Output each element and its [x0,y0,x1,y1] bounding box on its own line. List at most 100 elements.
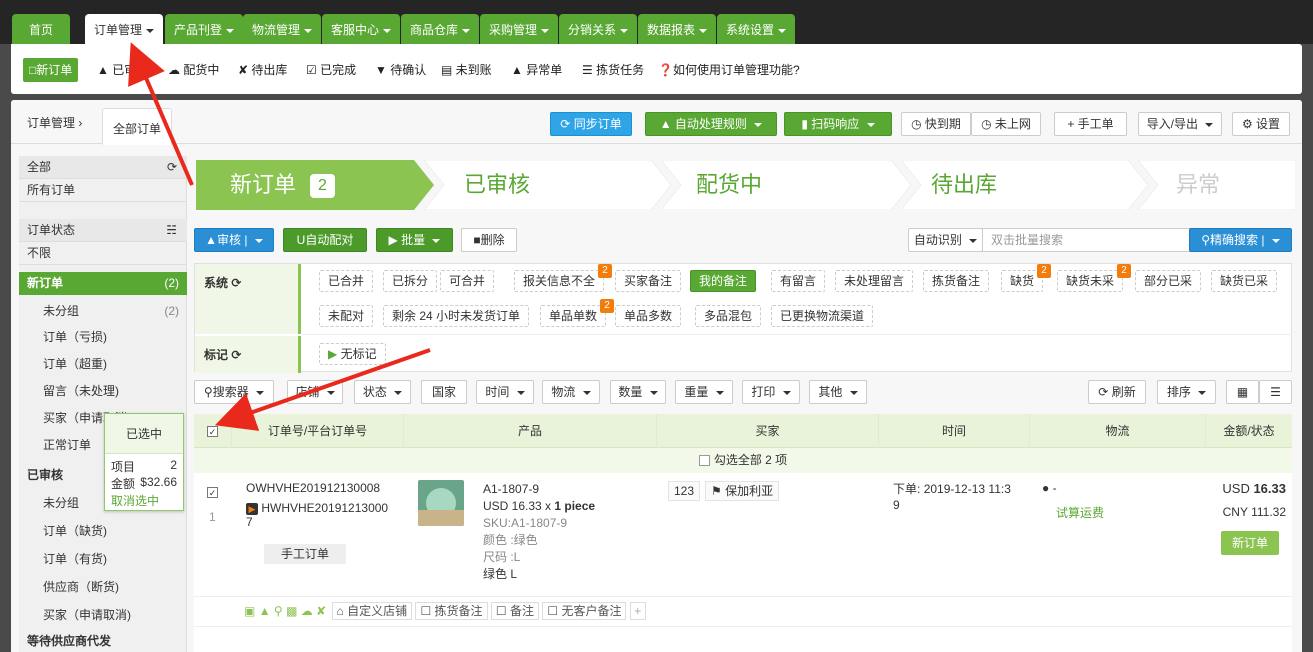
sidebar-item-unlimited[interactable]: 不限 [19,242,187,265]
refresh-icon[interactable]: ⟳ [231,276,241,290]
shop-dropdown[interactable]: 店铺 [287,380,343,404]
filter-picking-note[interactable]: 拣货备注 [923,270,990,292]
breadcrumb-root[interactable]: 订单管理 › [27,114,82,131]
filter-partly-purchased[interactable]: 部分已采 [1135,270,1202,292]
tab-order-management[interactable]: 订单管理 [85,14,164,44]
tab-logistics[interactable]: 物流管理 [243,14,322,44]
subnav-new-order[interactable]: □新订单 [23,58,79,82]
help-link[interactable]: ❓如何使用订单管理功能? [658,58,800,82]
settings-button[interactable]: ⚙ 设置 [1232,112,1290,136]
filter-oos-purchased[interactable]: 缺货已采 [1211,270,1278,292]
cloud-icon[interactable]: ☁ [301,604,313,618]
batch-search-input[interactable]: 双击批量搜索 [982,228,1190,252]
tab-all-orders[interactable]: 全部订单 [102,108,172,145]
auto-process-rules-button[interactable]: ▲ 自动处理规则 [645,112,777,136]
tab-distribution[interactable]: 分销关系 [559,14,638,44]
subnav-allocating[interactable]: ☁ 配货中 [168,58,219,82]
precise-search-button[interactable]: ⚲精确搜索 | [1189,228,1292,252]
trial-shipping-link[interactable]: 试算运费 [1056,504,1104,521]
tag-no-customer-note[interactable]: ☐ 无客户备注 [542,602,627,620]
filter-oos-not-purchased[interactable]: 缺货未采 2 [1057,264,1132,292]
tab-system-settings[interactable]: 系统设置 [717,14,796,44]
filter-single-multi[interactable]: 单品多数 [615,305,682,327]
refresh-button[interactable]: ⟳ 刷新 [1088,380,1146,404]
add-tag-button[interactable]: + [629,602,646,620]
expiring-soon-button[interactable]: ◷ 快到期 [901,112,971,136]
buyer-id[interactable]: 123 [668,481,701,501]
quantity-dropdown[interactable]: 数量 [610,380,666,404]
status-badge[interactable]: 新订单 [1221,531,1279,555]
filter-buyer-note[interactable]: 买家备注 [615,270,682,292]
delete-button[interactable]: ■删除 [461,228,517,252]
approve-button[interactable]: ▲审核 | [194,228,274,252]
logistics-dropdown[interactable]: 物流 [542,380,600,404]
pin-icon[interactable]: ⚲ [274,604,283,618]
cancel-selection-link[interactable]: 取消选中 [111,492,159,509]
row-checkbox[interactable]: ✓ [207,487,218,498]
sidebar-item-overweight[interactable]: 订单（超重) [19,353,187,376]
subnav-picking-task[interactable]: ☰ 拣货任务 [582,58,644,82]
auto-detect-select[interactable]: 自动识别 [908,228,983,252]
filter-changed-channel[interactable]: 已更换物流渠道 [771,305,874,327]
manual-order-button[interactable]: + 手工单 [1054,112,1127,136]
tab-purchasing[interactable]: 采购管理 [480,14,559,44]
scan-response-button[interactable]: ▮ 扫码响应 [784,112,892,136]
print-icon[interactable]: ▩ [286,604,297,618]
select-all-checkbox[interactable]: ✓ [194,414,232,448]
subnav-unpaid[interactable]: ▤ 未到账 [441,58,492,82]
tag-note[interactable]: ☐ 备注 [490,602,540,620]
tab-customer-service[interactable]: 客服中心 [322,14,401,44]
grid-view-button[interactable]: ▦ [1226,380,1259,404]
country-button[interactable]: 国家 [421,380,467,404]
search-builder-dropdown[interactable]: ⚲搜索器 [194,380,274,404]
step-abnormal[interactable]: 异常 [1176,160,1220,210]
print-dropdown[interactable]: 打印 [742,380,800,404]
status-dropdown[interactable]: 状态 [354,380,411,404]
step-pending-out[interactable]: 待出库 [931,160,997,210]
step-allocating[interactable]: 配货中 [696,160,762,210]
filter-unhandled-message[interactable]: 未处理留言 [835,270,914,292]
filter-merged[interactable]: 已合并 [319,270,374,292]
auto-match-button[interactable]: U自动配对 [283,228,367,252]
filter-single-single[interactable]: 单品单数 2 [540,299,615,327]
product-thumbnail[interactable] [418,480,464,526]
order-number[interactable]: OWHVHE201912130008 [246,481,380,495]
step-new-order[interactable]: 新订单 2 [230,160,335,210]
plane-icon[interactable]: ✘ [316,604,326,618]
step-approved[interactable]: 已审核 [464,160,530,210]
filter-my-note[interactable]: 我的备注 [690,270,757,292]
sidebar-item-message[interactable]: 留言（未处理) [19,380,187,403]
tab-home[interactable]: 首页 [12,14,70,44]
other-dropdown[interactable]: 其他 [809,380,867,404]
sidebar-item-out-of-stock[interactable]: 订单（缺货) [19,520,187,543]
stamp-icon[interactable]: ▲ [259,604,271,618]
sidebar-item-supplier-dropship[interactable]: 等待供应商代发 [19,630,187,652]
sidebar-item-supplier-out[interactable]: 供应商（断货) [19,576,187,599]
filter-mergeable[interactable]: 可合并 [440,270,495,292]
import-export-button[interactable]: 导入/导出 [1138,112,1222,136]
list-view-button[interactable]: ☰ [1259,380,1292,404]
sidebar-item-in-stock[interactable]: 订单（有货) [19,548,187,571]
sync-orders-button[interactable]: ⟳ 同步订单 [550,112,632,136]
subnav-abnormal[interactable]: ▲ 异常单 [511,58,562,82]
sidebar-item-loss[interactable]: 订单（亏损) [19,326,187,349]
not-online-button[interactable]: ◷ 未上网 [971,112,1041,136]
tag-custom-shop[interactable]: ⌂ 自定义店铺 [331,602,413,620]
tab-warehouse[interactable]: 商品仓库 [401,14,480,44]
filter-no-mark[interactable]: ▶ 无标记 [319,343,386,365]
filter-out-of-stock[interactable]: 缺货 2 [1001,264,1052,292]
subnav-pending-out[interactable]: ✘ 待出库 [238,58,287,82]
tab-reports[interactable]: 数据报表 [638,14,717,44]
filter-split[interactable]: 已拆分 [383,270,438,292]
filter-customs-incomplete[interactable]: 报关信息不全 2 [514,264,613,292]
sidebar-item-new-order[interactable]: 新订单 (2) [19,272,187,295]
tab-product-listing[interactable]: 产品刊登 [165,14,244,44]
subnav-to-confirm[interactable]: ▼ 待确认 [375,58,426,82]
batch-button[interactable]: ▶ 批量 [376,228,453,252]
money-icon[interactable]: ▣ [244,604,255,618]
time-dropdown[interactable]: 时间 [476,380,534,404]
refresh-icon[interactable]: ⟳ [167,156,177,179]
filter-multi-mixed[interactable]: 多品混包 [695,305,762,327]
sidebar-item-ungrouped[interactable]: 未分组 (2) [19,300,187,323]
sidebar-item-order-status[interactable]: 订单状态 ☵ [19,219,187,242]
